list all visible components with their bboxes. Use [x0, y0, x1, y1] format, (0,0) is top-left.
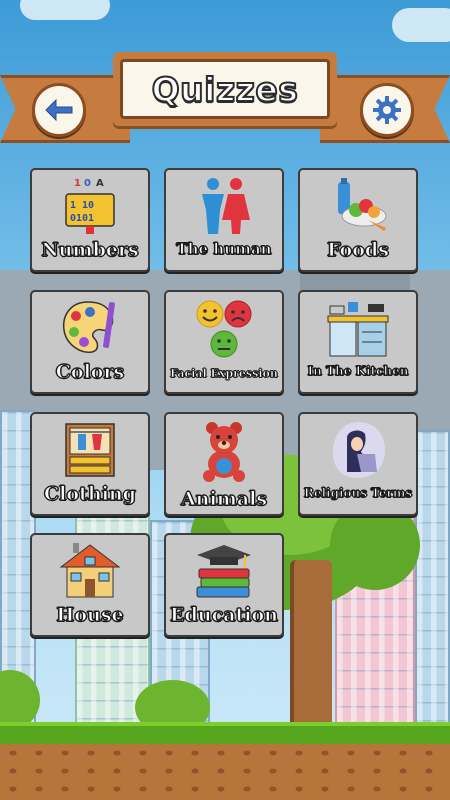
- numbers-icon: 1 0 A 1 10 0101: [32, 176, 148, 236]
- settings-button[interactable]: [360, 83, 414, 137]
- wardrobe-icon: [32, 420, 148, 480]
- svg-text:A: A: [96, 178, 104, 189]
- books-graduation-cap-icon: [166, 541, 282, 601]
- palette-icon: [32, 298, 148, 358]
- tile-label: The human: [176, 240, 272, 259]
- svg-text:1: 1: [74, 178, 81, 189]
- kitchen-icon: [300, 298, 416, 358]
- quiz-tile-facial-expression[interactable]: Facial Expression: [164, 290, 284, 394]
- quiz-tile-numbers[interactable]: 1 0 A 1 10 0101 Numbers: [30, 168, 150, 272]
- title-banner: Quizzes: [113, 52, 337, 126]
- quiz-tile-the-human[interactable]: The human: [164, 168, 284, 272]
- quiz-tile-colors[interactable]: Colors: [30, 290, 150, 394]
- back-button[interactable]: [32, 83, 86, 137]
- quiz-tile-education[interactable]: Education: [164, 533, 284, 637]
- teddy-bear-icon: [166, 420, 282, 482]
- quiz-tile-in-the-kitchen[interactable]: In The Kitchen: [298, 290, 418, 394]
- tile-label: Numbers: [41, 239, 139, 262]
- faces-icon: [166, 298, 282, 358]
- svg-text:0101: 0101: [70, 213, 94, 224]
- quiz-tile-house[interactable]: House: [30, 533, 150, 637]
- tile-label: House: [56, 604, 124, 627]
- tile-label: Facial Expression: [170, 367, 278, 381]
- tile-label: In The Kitchen: [307, 364, 409, 379]
- house-icon: [32, 541, 148, 601]
- svg-text:0: 0: [84, 178, 91, 189]
- human-icon: [166, 176, 282, 236]
- quiz-tile-religious-terms[interactable]: Religious Terms: [298, 412, 418, 516]
- foods-icon: [300, 176, 416, 236]
- praying-figure-icon: [300, 420, 416, 480]
- quiz-tile-clothing[interactable]: Clothing: [30, 412, 150, 516]
- tile-label: Foods: [327, 239, 390, 262]
- page-title: Quizzes: [151, 69, 299, 110]
- gear-icon: [373, 96, 401, 124]
- tile-label: Animals: [180, 488, 268, 511]
- quiz-tile-animals[interactable]: Animals: [164, 412, 284, 516]
- svg-text:1 10: 1 10: [70, 200, 94, 211]
- tile-label: Clothing: [44, 483, 137, 506]
- tile-label: Colors: [55, 361, 125, 384]
- tile-label: Education: [170, 604, 279, 627]
- back-arrow-icon: [45, 98, 73, 122]
- tile-label: Religious Terms: [303, 486, 413, 501]
- quiz-tile-foods[interactable]: Foods: [298, 168, 418, 272]
